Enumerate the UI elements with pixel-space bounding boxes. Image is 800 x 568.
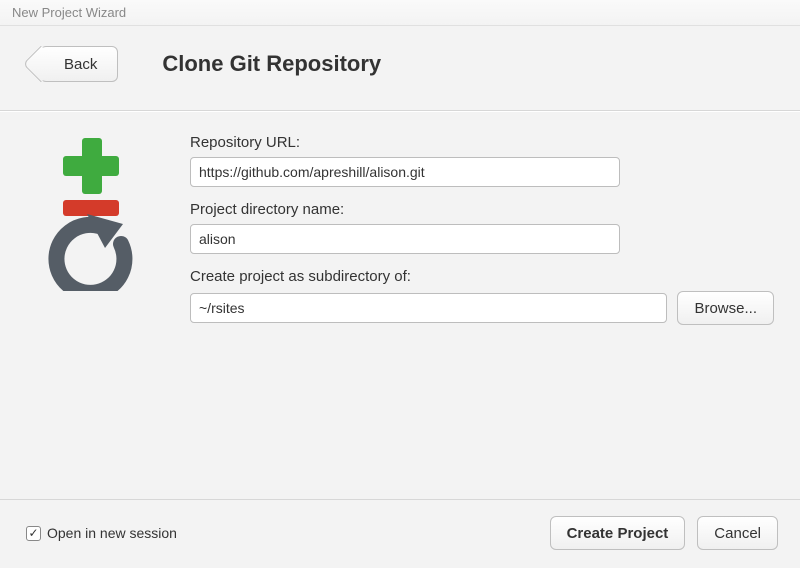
- project-type-icon-col: [22, 134, 162, 499]
- wizard-header: Back Clone Git Repository: [0, 26, 800, 111]
- back-button[interactable]: Back: [40, 46, 118, 82]
- repo-url-input[interactable]: [190, 157, 620, 187]
- wizard-body: Repository URL: Project directory name: …: [0, 111, 800, 499]
- repo-url-label: Repository URL:: [190, 134, 774, 151]
- form: Repository URL: Project directory name: …: [190, 134, 774, 499]
- dir-name-input[interactable]: [190, 224, 620, 254]
- wizard-footer: ✓ Open in new session Create Project Can…: [0, 499, 800, 568]
- cancel-button[interactable]: Cancel: [697, 516, 778, 550]
- browse-button[interactable]: Browse...: [677, 291, 774, 325]
- open-new-session-label: Open in new session: [47, 525, 177, 541]
- open-new-session-option[interactable]: ✓ Open in new session: [26, 525, 177, 541]
- page-title: Clone Git Repository: [162, 51, 381, 77]
- subdir-label: Create project as subdirectory of:: [190, 268, 774, 285]
- back-button-label: Back: [64, 56, 97, 73]
- dir-name-label: Project directory name:: [190, 201, 774, 218]
- subdir-input[interactable]: [190, 293, 667, 323]
- wizard-window: New Project Wizard Back Clone Git Reposi…: [0, 0, 800, 568]
- create-project-button[interactable]: Create Project: [550, 516, 686, 550]
- window-title: New Project Wizard: [12, 5, 126, 20]
- git-logo-icon: [27, 136, 157, 499]
- window-titlebar: New Project Wizard: [0, 0, 800, 26]
- open-new-session-checkbox[interactable]: ✓: [26, 526, 41, 541]
